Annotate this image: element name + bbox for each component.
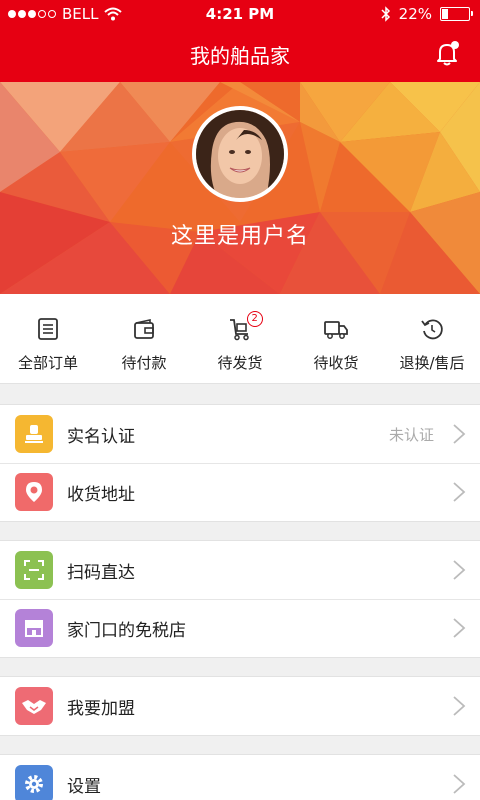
profile-banner: 这里是用户名 — [0, 82, 480, 294]
menu-address-label: 收货地址 — [67, 484, 135, 505]
menu-settings-label: 设置 — [67, 776, 101, 797]
menu-scan[interactable]: 扫码直达 — [0, 541, 480, 599]
bell-icon[interactable] — [434, 40, 460, 66]
location-pin-icon — [15, 473, 53, 511]
chevron-right-icon — [453, 618, 466, 638]
menu-group-account: 实名认证 未认证 收货地址 — [0, 404, 480, 522]
order-pending-receipt[interactable]: 待收货 — [288, 294, 384, 383]
menu-address[interactable]: 收货地址 — [0, 463, 480, 521]
chevron-right-icon — [453, 560, 466, 580]
menu-verify-label: 实名认证 — [67, 426, 135, 447]
truck-icon — [324, 321, 348, 339]
menu-verify[interactable]: 实名认证 未认证 — [0, 405, 480, 463]
order-returns-label: 退换/售后 — [399, 354, 465, 372]
order-all[interactable]: 全部订单 — [0, 294, 96, 383]
page-title: 我的舶品家 — [190, 44, 290, 68]
menu-join[interactable]: 我要加盟 — [0, 677, 480, 735]
username[interactable]: 这里是用户名 — [0, 218, 480, 250]
avatar[interactable] — [192, 106, 288, 202]
battery-icon — [440, 7, 473, 21]
bluetooth-icon — [381, 6, 390, 22]
order-pending-receipt-label: 待收货 — [313, 354, 359, 372]
order-pending-payment-label: 待付款 — [121, 354, 167, 372]
order-pending-ship[interactable]: 2 待发货 — [192, 294, 288, 383]
top-bar: BELL 4:21 PM 22% 我的舶品家 — [0, 0, 480, 82]
menu-settings[interactable]: 设置 — [0, 755, 480, 800]
store-icon — [15, 609, 53, 647]
order-all-label: 全部订单 — [17, 354, 78, 372]
gear-icon — [15, 765, 53, 800]
chevron-right-icon — [453, 774, 466, 794]
pending-ship-badge: 2 — [246, 311, 263, 327]
order-list-icon — [38, 318, 58, 340]
id-stamp-icon — [15, 415, 53, 453]
status-bar: BELL 4:21 PM 22% — [0, 0, 480, 28]
menu-group-settings: 设置 — [0, 754, 480, 800]
menu-group-join: 我要加盟 — [0, 676, 480, 736]
menu-dutyfree-label: 家门口的免税店 — [67, 620, 186, 641]
order-returns[interactable]: 退换/售后 — [384, 294, 480, 383]
handshake-icon — [15, 687, 53, 725]
battery-percent: 22% — [398, 5, 432, 23]
menu-join-label: 我要加盟 — [67, 698, 135, 719]
scan-icon — [15, 551, 53, 589]
menu-dutyfree[interactable]: 家门口的免税店 — [0, 599, 480, 657]
wallet-icon — [134, 319, 154, 339]
verify-status: 未认证 — [388, 425, 434, 444]
menu-group-shop: 扫码直达 家门口的免税店 — [0, 540, 480, 658]
menu-scan-label: 扫码直达 — [67, 562, 135, 583]
chevron-right-icon — [453, 424, 466, 444]
chevron-right-icon — [453, 482, 466, 502]
user-photo — [196, 110, 284, 198]
refresh-icon — [421, 319, 443, 340]
order-pending-ship-label: 待发货 — [217, 354, 263, 372]
order-shortcuts: 全部订单 待付款 2 待发货 待收货 退换/售后 — [0, 294, 480, 384]
order-pending-payment[interactable]: 待付款 — [96, 294, 192, 383]
chevron-right-icon — [453, 696, 466, 716]
